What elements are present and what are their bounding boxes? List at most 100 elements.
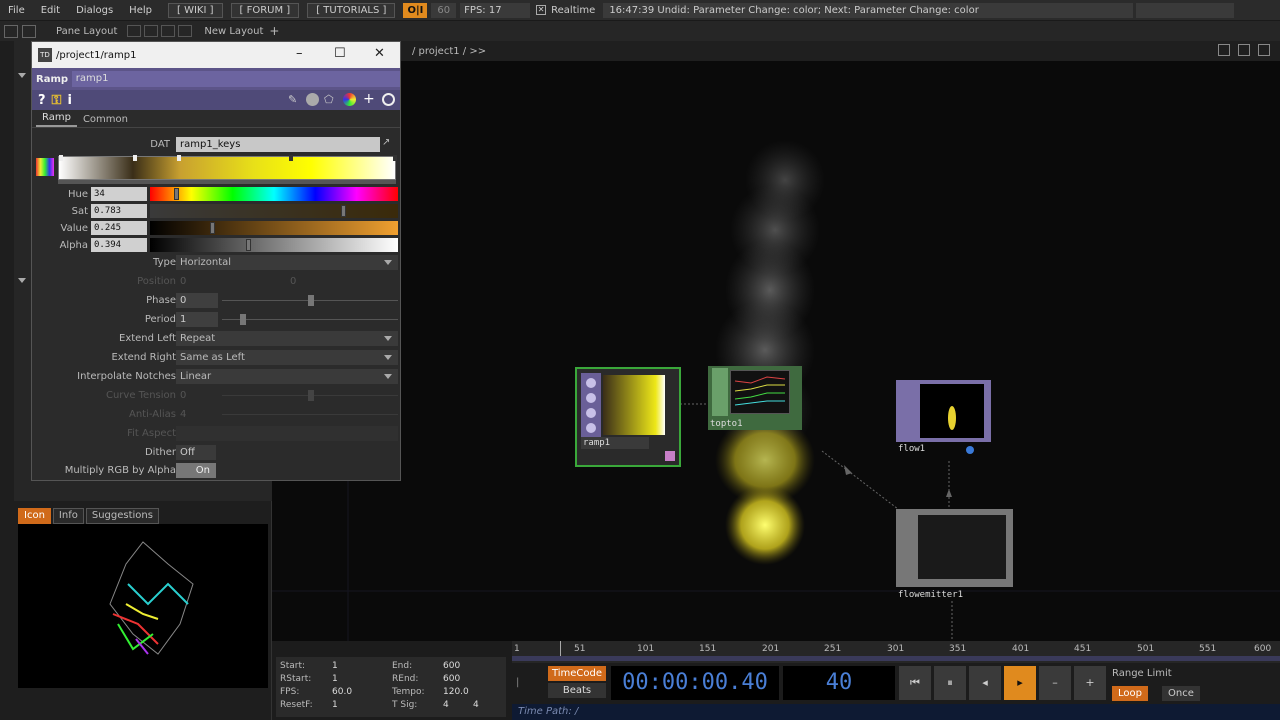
menu-file[interactable]: File xyxy=(0,5,33,16)
curve-tension-field[interactable]: 0 xyxy=(180,390,186,401)
slider-handle[interactable] xyxy=(240,314,246,325)
step-minus-icon[interactable]: – xyxy=(1039,666,1071,700)
info-icon[interactable]: i xyxy=(67,93,71,108)
maximize-icon[interactable]: ☐ xyxy=(334,46,346,61)
slider-handle[interactable] xyxy=(341,205,346,217)
rstart-value[interactable]: 1 xyxy=(332,674,338,684)
topto-node[interactable]: topto1 xyxy=(708,366,802,430)
realtime-toggle[interactable]: ✕ Realtime xyxy=(536,5,595,16)
phase-field[interactable]: 0 xyxy=(176,293,218,308)
fit-aspect-dropdown[interactable] xyxy=(176,426,398,441)
collapse-icon[interactable] xyxy=(18,73,26,78)
flag-icon[interactable] xyxy=(586,393,596,403)
close-icon[interactable]: ✕ xyxy=(374,46,385,61)
bookmark-icon[interactable]: ⬠ xyxy=(324,93,337,106)
collapse-icon[interactable] xyxy=(18,278,26,283)
flowemitter-node[interactable]: flowemitter1 xyxy=(896,509,1013,601)
period-slider[interactable] xyxy=(222,314,398,325)
node-name[interactable]: topto1 xyxy=(710,419,743,429)
ramp-editor[interactable] xyxy=(58,155,397,180)
add-layout-button[interactable]: + xyxy=(269,24,279,38)
layout-single-icon[interactable] xyxy=(127,25,142,37)
slider-handle[interactable] xyxy=(246,239,251,251)
layout-split-icon[interactable] xyxy=(144,25,159,37)
node-name[interactable]: flow1 xyxy=(898,444,925,454)
viewer-icon[interactable] xyxy=(665,451,675,461)
tutorials-button[interactable]: [ TUTORIALS ] xyxy=(307,2,396,18)
resetf-value[interactable]: 1 xyxy=(332,700,338,710)
ramp-key-handle[interactable] xyxy=(393,155,397,161)
tempo-value[interactable]: 120.0 xyxy=(443,687,469,697)
play-icon[interactable]: ▸ xyxy=(1004,666,1036,700)
tab-icon[interactable]: Icon xyxy=(18,508,51,524)
playhead[interactable] xyxy=(560,641,561,657)
sat-slider[interactable] xyxy=(150,204,398,218)
pane-icon[interactable] xyxy=(4,24,18,38)
fps-value[interactable]: 60.0 xyxy=(332,687,352,697)
menu-edit[interactable]: Edit xyxy=(33,5,68,16)
ramp-key-handle[interactable] xyxy=(289,155,293,161)
help-icon[interactable]: ? xyxy=(38,93,46,108)
slider-handle[interactable] xyxy=(308,295,314,306)
edit-icon[interactable]: ✎ xyxy=(288,93,301,106)
tsig-b-value[interactable]: 4 xyxy=(473,700,479,710)
type-dropdown[interactable]: Horizontal xyxy=(176,255,398,270)
tab-ramp[interactable]: Ramp xyxy=(36,110,77,127)
python-help-icon[interactable]: ⚿ xyxy=(52,93,62,108)
hue-field[interactable]: 34 xyxy=(91,187,147,201)
hue-slider[interactable] xyxy=(150,187,398,201)
comment-icon[interactable] xyxy=(306,93,319,106)
frame-display[interactable]: 40 xyxy=(783,666,895,700)
period-field[interactable]: 1 xyxy=(176,312,218,327)
start-value[interactable]: 1 xyxy=(332,661,338,671)
forum-button[interactable]: [ FORUM ] xyxy=(230,2,300,18)
flag-icon[interactable] xyxy=(586,423,596,433)
tab-info[interactable]: Info xyxy=(52,508,84,524)
node-name[interactable]: flowemitter1 xyxy=(898,590,963,600)
curve-tension-slider[interactable] xyxy=(222,390,398,401)
ramp-palette-icon[interactable] xyxy=(36,158,54,176)
timecode-button[interactable]: TimeCode xyxy=(548,666,606,681)
flag-icon[interactable] xyxy=(586,378,596,388)
position-x[interactable]: 0 xyxy=(180,276,186,287)
node-name[interactable]: ramp1 xyxy=(583,438,610,448)
slider-handle[interactable] xyxy=(308,390,314,401)
layout-quad-icon[interactable] xyxy=(178,25,193,37)
rewind-icon[interactable]: ⏮ xyxy=(899,666,931,700)
sat-field[interactable]: 0.783 xyxy=(91,204,147,218)
network-path[interactable]: / project1 / >> xyxy=(412,46,486,57)
menu-dialogs[interactable]: Dialogs xyxy=(68,5,121,16)
flag-icon[interactable] xyxy=(966,446,974,454)
target-icon[interactable] xyxy=(382,93,395,106)
rend-value[interactable]: 600 xyxy=(443,674,460,684)
once-button[interactable]: Once xyxy=(1162,686,1200,701)
layout-tri-icon[interactable] xyxy=(161,25,176,37)
timeline-ruler[interactable]: 1 51 101 151 201 251 301 351 401 451 501… xyxy=(512,641,1280,663)
add-icon[interactable]: + xyxy=(363,92,376,106)
alpha-slider[interactable] xyxy=(150,238,398,252)
dat-link-icon[interactable]: ↗ xyxy=(382,137,390,148)
timeline-collapse-icon[interactable]: | xyxy=(516,677,519,688)
antialias-field[interactable]: 4 xyxy=(180,409,186,420)
settings-icon[interactable] xyxy=(1258,44,1270,56)
timecode-display[interactable]: 00:00:00.40 xyxy=(611,666,779,700)
end-value[interactable]: 600 xyxy=(443,661,460,671)
perform-mode-button[interactable]: O|I xyxy=(403,2,428,18)
range-bar[interactable] xyxy=(512,656,1280,661)
interpolate-dropdown[interactable]: Linear xyxy=(176,369,398,384)
slider-handle[interactable] xyxy=(174,188,179,200)
value-slider[interactable] xyxy=(150,221,398,235)
menu-help[interactable]: Help xyxy=(121,5,160,16)
dither-toggle[interactable]: Off xyxy=(176,445,216,460)
dat-field[interactable]: ramp1_keys xyxy=(176,137,380,152)
ramp-key-handle[interactable] xyxy=(177,155,181,161)
step-back-icon[interactable]: ◂ xyxy=(969,666,1001,700)
ramp-key-handle[interactable] xyxy=(133,155,137,161)
operator-name-field[interactable]: ramp1 xyxy=(71,71,400,87)
multiply-toggle[interactable]: On xyxy=(176,463,216,478)
time-path[interactable]: Time Path: / xyxy=(512,704,1280,720)
phase-slider[interactable] xyxy=(222,295,398,306)
home-icon[interactable] xyxy=(1218,44,1230,56)
antialias-slider[interactable] xyxy=(222,414,398,415)
step-plus-icon[interactable]: + xyxy=(1074,666,1106,700)
